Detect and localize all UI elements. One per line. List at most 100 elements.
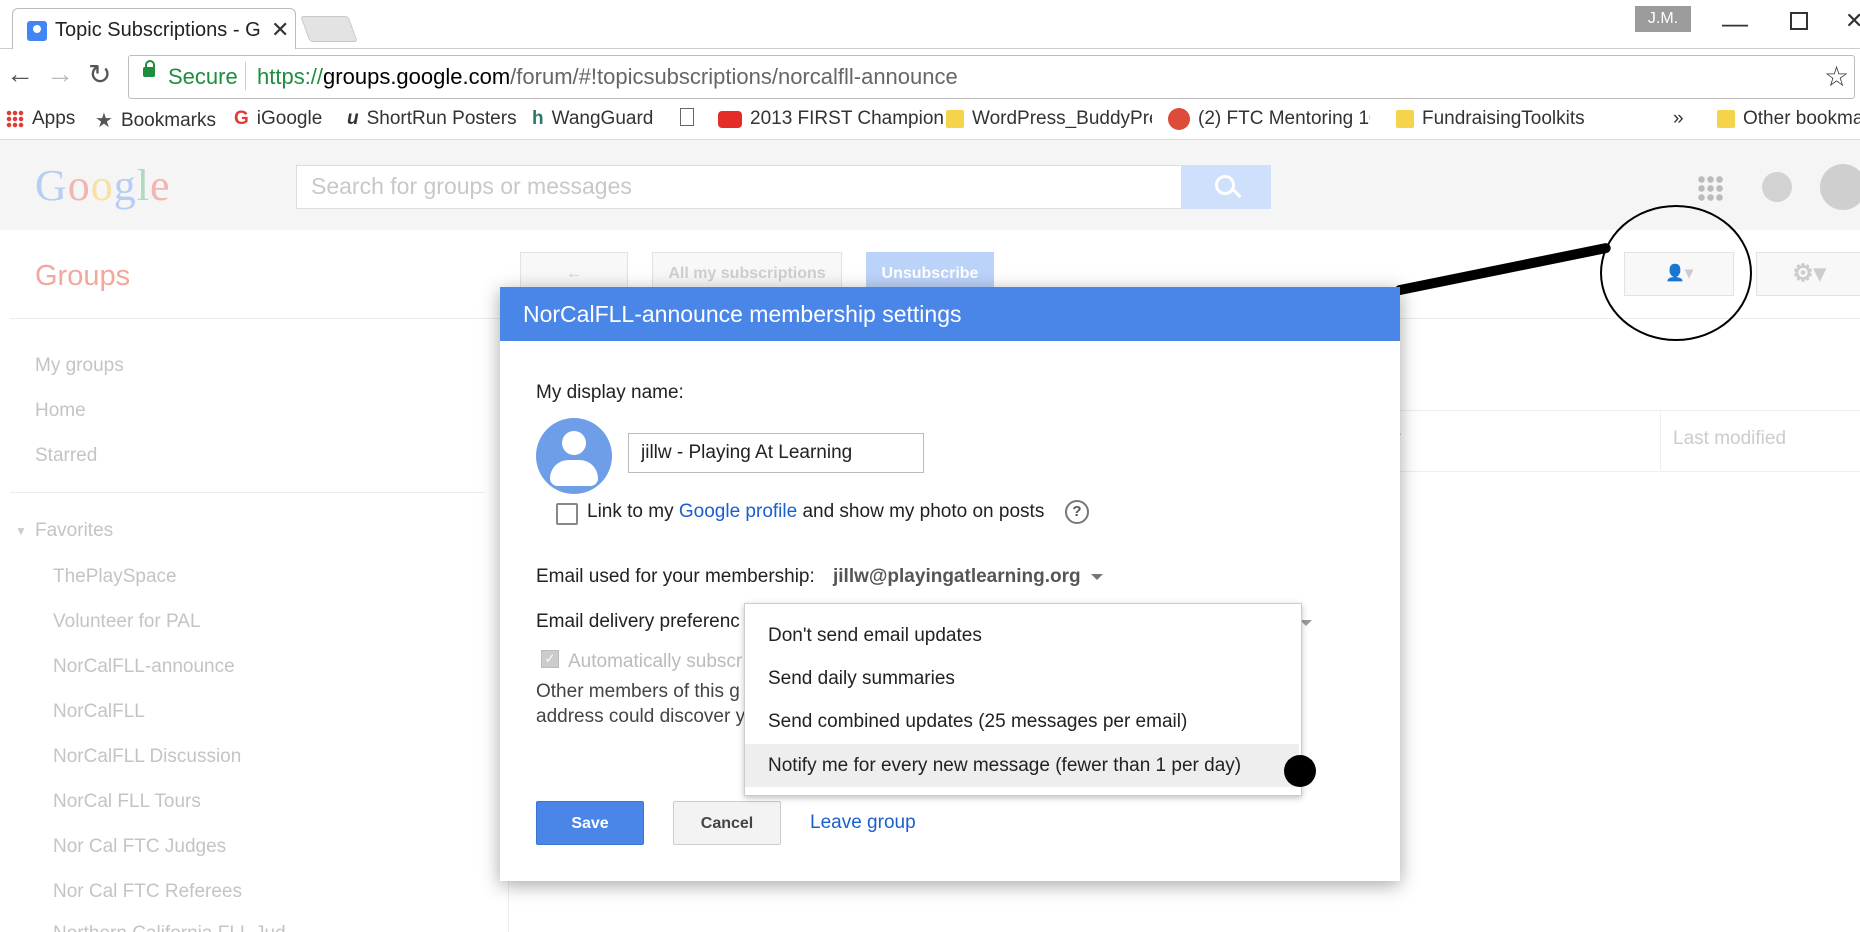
sidebar-item-favorite[interactable]: ThePlaySpace: [53, 566, 177, 588]
forward-arrow-icon[interactable]: →: [46, 58, 74, 90]
bookmark-wangguard[interactable]: h WangGuard: [532, 108, 653, 130]
display-name-label: My display name:: [536, 382, 684, 403]
delivery-option[interactable]: Send daily summaries: [745, 657, 1299, 700]
sidebar-divider: [10, 492, 485, 493]
bookmark-igoogle[interactable]: GiGoogle: [234, 108, 322, 130]
restore-icon[interactable]: [1790, 12, 1808, 30]
cancel-button[interactable]: Cancel: [673, 801, 781, 845]
address-divider: [245, 62, 246, 90]
tab-title: Topic Subscriptions - Goo: [55, 19, 260, 41]
settings-button[interactable]: ⚙▾: [1756, 252, 1860, 296]
bookmarks-overflow[interactable]: »: [1673, 108, 1684, 130]
sidebar-item-favorite[interactable]: Northern California FLL Jud...: [53, 923, 302, 932]
bookmark-label: Bookmarks: [120, 109, 216, 131]
delivery-option[interactable]: Send combined updates (25 messages per e…: [745, 700, 1299, 743]
reload-icon[interactable]: ↻: [88, 58, 111, 91]
privacy-note-line2: address could discover y: [536, 706, 746, 727]
sidebar-item-my-groups[interactable]: My groups: [35, 355, 124, 377]
favorites-heading[interactable]: Favorites: [35, 520, 113, 542]
google-logo[interactable]: Google: [35, 160, 171, 211]
lock-icon: [143, 60, 155, 77]
bookmark-page[interactable]: [680, 108, 694, 126]
profile-badge[interactable]: J.M.: [1635, 6, 1691, 32]
wangguard-icon: h: [532, 108, 544, 129]
bookmark-shortrun[interactable]: u ShortRun Posters: [347, 108, 517, 130]
email-label: Email used for your membership:: [536, 566, 815, 587]
expand-triangle-icon[interactable]: ▼: [15, 524, 27, 538]
group-search-box: [296, 165, 1185, 209]
folder-icon: [1717, 110, 1735, 128]
bookmark-label: Other bookma: [1743, 108, 1860, 129]
search-button[interactable]: [1181, 165, 1271, 209]
bookmark-bookmarks[interactable]: ★ Bookmarks: [95, 108, 216, 133]
search-input[interactable]: [297, 166, 1185, 206]
sidebar-item-starred[interactable]: Starred: [35, 445, 97, 467]
sidebar-item-favorite[interactable]: NorCalFLL Discussion: [53, 746, 241, 768]
bookmark-label: WordPress_BuddyPres: [972, 108, 1152, 129]
link-profile-text: Link to my Google profile and show my ph…: [587, 501, 1044, 523]
profile-avatar: [536, 418, 612, 494]
account-avatar[interactable]: [1820, 164, 1860, 210]
annotation-pointer-line: [1394, 242, 1612, 296]
secure-label: Secure: [168, 64, 238, 89]
sidebar-item-favorite[interactable]: Nor Cal FTC Referees: [53, 881, 242, 903]
auto-subscribe-checkbox[interactable]: ✓: [541, 650, 559, 668]
sidebar-item-favorite[interactable]: Nor Cal FTC Judges: [53, 836, 226, 858]
google-plus-icon: [1168, 108, 1190, 130]
groups-title[interactable]: Groups: [35, 260, 130, 293]
apps-grid-icon: [6, 110, 24, 128]
column-header-last-modified[interactable]: Last modified: [1673, 428, 1786, 450]
url-text[interactable]: https://groups.google.com/forum/#!topics…: [257, 64, 958, 90]
dropdown-caret-icon: [1090, 573, 1103, 580]
sidebar-item-favorite[interactable]: Volunteer for PAL: [53, 611, 201, 633]
notifications-icon[interactable]: [1762, 172, 1792, 202]
email-select[interactable]: jillw@playingatlearning.org: [833, 566, 1103, 588]
sidebar-item-favorite[interactable]: NorCalFLL-announce: [53, 656, 235, 678]
delivery-label: Email delivery preferenc: [536, 611, 740, 632]
bookmark-fundraising[interactable]: FundraisingToolkits: [1396, 108, 1585, 130]
display-name-input[interactable]: [628, 433, 924, 473]
help-icon[interactable]: ?: [1065, 500, 1089, 524]
sidebar-item-favorite[interactable]: NorCalFLL: [53, 701, 145, 723]
apps-grid-icon[interactable]: [1697, 175, 1723, 201]
google-g-icon: G: [234, 108, 249, 129]
bookmark-other[interactable]: Other bookma: [1717, 108, 1860, 130]
close-window-icon[interactable]: ✕: [1845, 8, 1860, 34]
url-path: /forum/#!topicsubscriptions/norcalfll-an…: [510, 64, 958, 89]
save-button[interactable]: Save: [536, 801, 644, 845]
leave-group-link[interactable]: Leave group: [810, 812, 916, 834]
link-profile-prefix: Link to my: [587, 501, 679, 522]
delivery-option[interactable]: Don't send email updates: [745, 614, 1299, 657]
bookmark-first[interactable]: 2013 FIRST Champion: [718, 108, 955, 130]
star-icon: ★: [95, 110, 113, 132]
link-profile-checkbox[interactable]: [556, 503, 578, 525]
sidebar-item-favorite[interactable]: NorCal FLL Tours: [53, 791, 201, 813]
bookmark-label: FundraisingToolkits: [1422, 108, 1585, 129]
new-tab-button[interactable]: [300, 16, 358, 42]
google-profile-link[interactable]: Google profile: [679, 501, 797, 522]
folder-icon: [946, 110, 964, 128]
minimize-icon[interactable]: —: [1722, 8, 1748, 39]
email-value: jillw@playingatlearning.org: [833, 566, 1081, 587]
groups-favicon-icon: [27, 21, 47, 41]
browser-tab[interactable]: Topic Subscriptions - Goo ✕: [12, 8, 296, 49]
bookmark-label: ShortRun Posters: [366, 108, 517, 129]
sidebar-item-home[interactable]: Home: [35, 400, 86, 422]
link-profile-suffix: and show my photo on posts: [797, 501, 1045, 522]
youtube-icon: [718, 110, 742, 128]
bookmark-wordpress[interactable]: WordPress_BuddyPres: [946, 108, 1152, 130]
url-scheme: https://: [257, 64, 324, 89]
tab-close-icon[interactable]: ✕: [271, 17, 289, 43]
bookmark-apps[interactable]: Apps: [6, 108, 75, 130]
bookmark-ftc[interactable]: (2) FTC Mentoring 101: [1168, 108, 1370, 130]
gear-icon: ⚙▾: [1792, 260, 1826, 287]
delivery-option-selected[interactable]: Notify me for every new message (fewer t…: [745, 744, 1299, 787]
bookmark-label: 2013 FIRST Champion: [750, 108, 944, 129]
back-arrow-icon[interactable]: ←: [6, 58, 34, 90]
column-divider: [1660, 410, 1661, 470]
shortrun-icon: u: [347, 108, 359, 129]
bookmark-star-icon[interactable]: ☆: [1824, 60, 1849, 93]
auto-subscribe-label: Automatically subscr: [568, 651, 743, 672]
annotation-circle: [1600, 205, 1752, 341]
dialog-title: NorCalFLL-announce membership settings: [500, 287, 1400, 341]
